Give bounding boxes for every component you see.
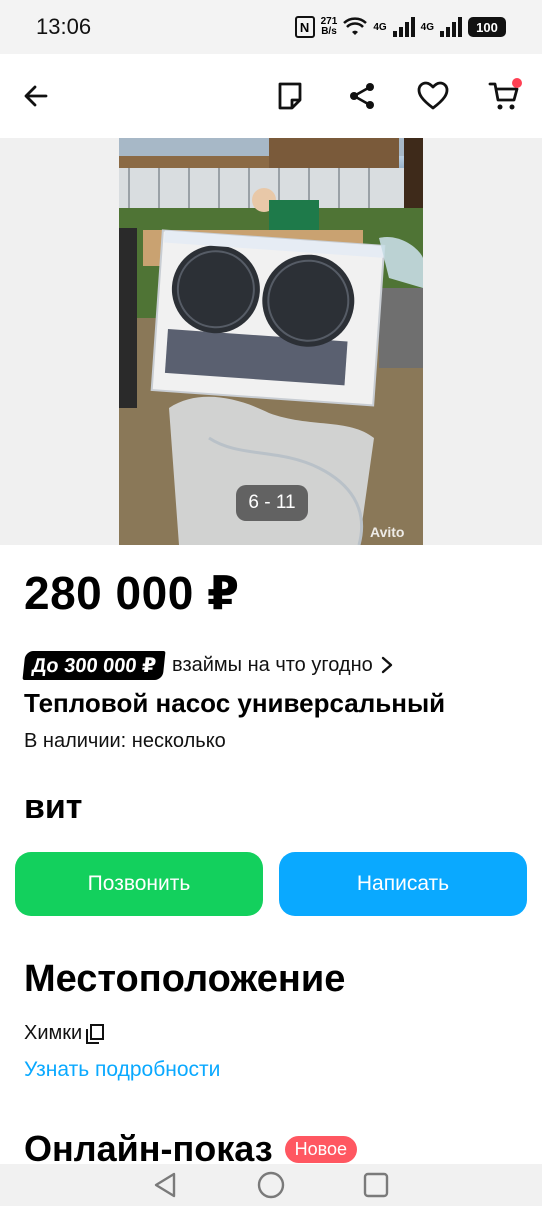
note-button[interactable] — [270, 76, 310, 116]
photo-illustration — [119, 138, 423, 545]
cart-button[interactable] — [484, 76, 524, 116]
heart-icon — [417, 81, 449, 110]
system-nav-bar — [0, 1164, 542, 1206]
nfc-icon: N — [294, 16, 315, 38]
favorite-button[interactable] — [413, 76, 453, 116]
location-city[interactable]: Химки — [24, 1022, 105, 1045]
listing-title: Тепловой насос универсальный — [24, 688, 446, 718]
signal-icon — [440, 17, 462, 37]
arrow-left-icon — [24, 85, 48, 107]
copy-icon[interactable] — [86, 1023, 105, 1044]
nav-home-button[interactable] — [256, 1170, 286, 1200]
location-heading: Местоположение — [24, 958, 346, 1000]
loan-promo[interactable]: До 300 000 ₽ взаймы на что угодно — [22, 650, 393, 680]
network-type-2: 4G — [420, 21, 434, 33]
square-recents-icon — [363, 1172, 389, 1198]
chevron-right-icon — [381, 656, 392, 674]
loan-badge: До 300 000 ₽ — [22, 650, 166, 680]
status-bar: 13:06 N 271 B/s 4G 4G 100 — [0, 0, 542, 54]
nav-recents-button[interactable] — [361, 1170, 391, 1200]
city-name: Химки — [24, 1022, 83, 1044]
partial-heading: вит — [24, 788, 83, 826]
triangle-back-icon — [154, 1172, 176, 1198]
battery-indicator: 100 — [468, 17, 506, 37]
status-time: 13:06 — [36, 14, 92, 39]
status-icons: N 271 B/s 4G 4G 100 — [294, 14, 506, 40]
cart-notification-dot — [512, 78, 522, 88]
availability-text: В наличии: несколько — [24, 730, 226, 752]
listing-photo[interactable] — [119, 138, 423, 545]
net-speed: 271 B/s — [321, 17, 338, 37]
share-button[interactable] — [342, 76, 382, 116]
avito-watermark: Avito — [370, 524, 405, 540]
top-bar — [0, 54, 542, 138]
nav-back-button[interactable] — [150, 1170, 180, 1200]
net-speed-unit: B/s — [321, 26, 337, 37]
loan-text: взаймы на что угодно — [172, 653, 373, 676]
circle-home-icon — [257, 1171, 285, 1199]
network-type-1: 4G — [373, 21, 387, 33]
wifi-icon — [343, 17, 368, 35]
note-icon — [278, 82, 302, 110]
write-button[interactable]: Написать — [279, 852, 527, 916]
photo-counter: 6 - 11 — [236, 485, 308, 521]
signal-icon — [392, 17, 415, 37]
back-button[interactable] — [16, 76, 56, 116]
details-link[interactable]: Узнать подробности — [24, 1058, 220, 1082]
call-button[interactable]: Позвонить — [15, 852, 263, 916]
listing-price: 280 000 ₽ — [24, 567, 240, 619]
photo-gallery[interactable]: 6 - 11 Avito — [0, 138, 542, 545]
share-icon — [350, 83, 374, 109]
new-badge: Новое — [284, 1135, 358, 1163]
